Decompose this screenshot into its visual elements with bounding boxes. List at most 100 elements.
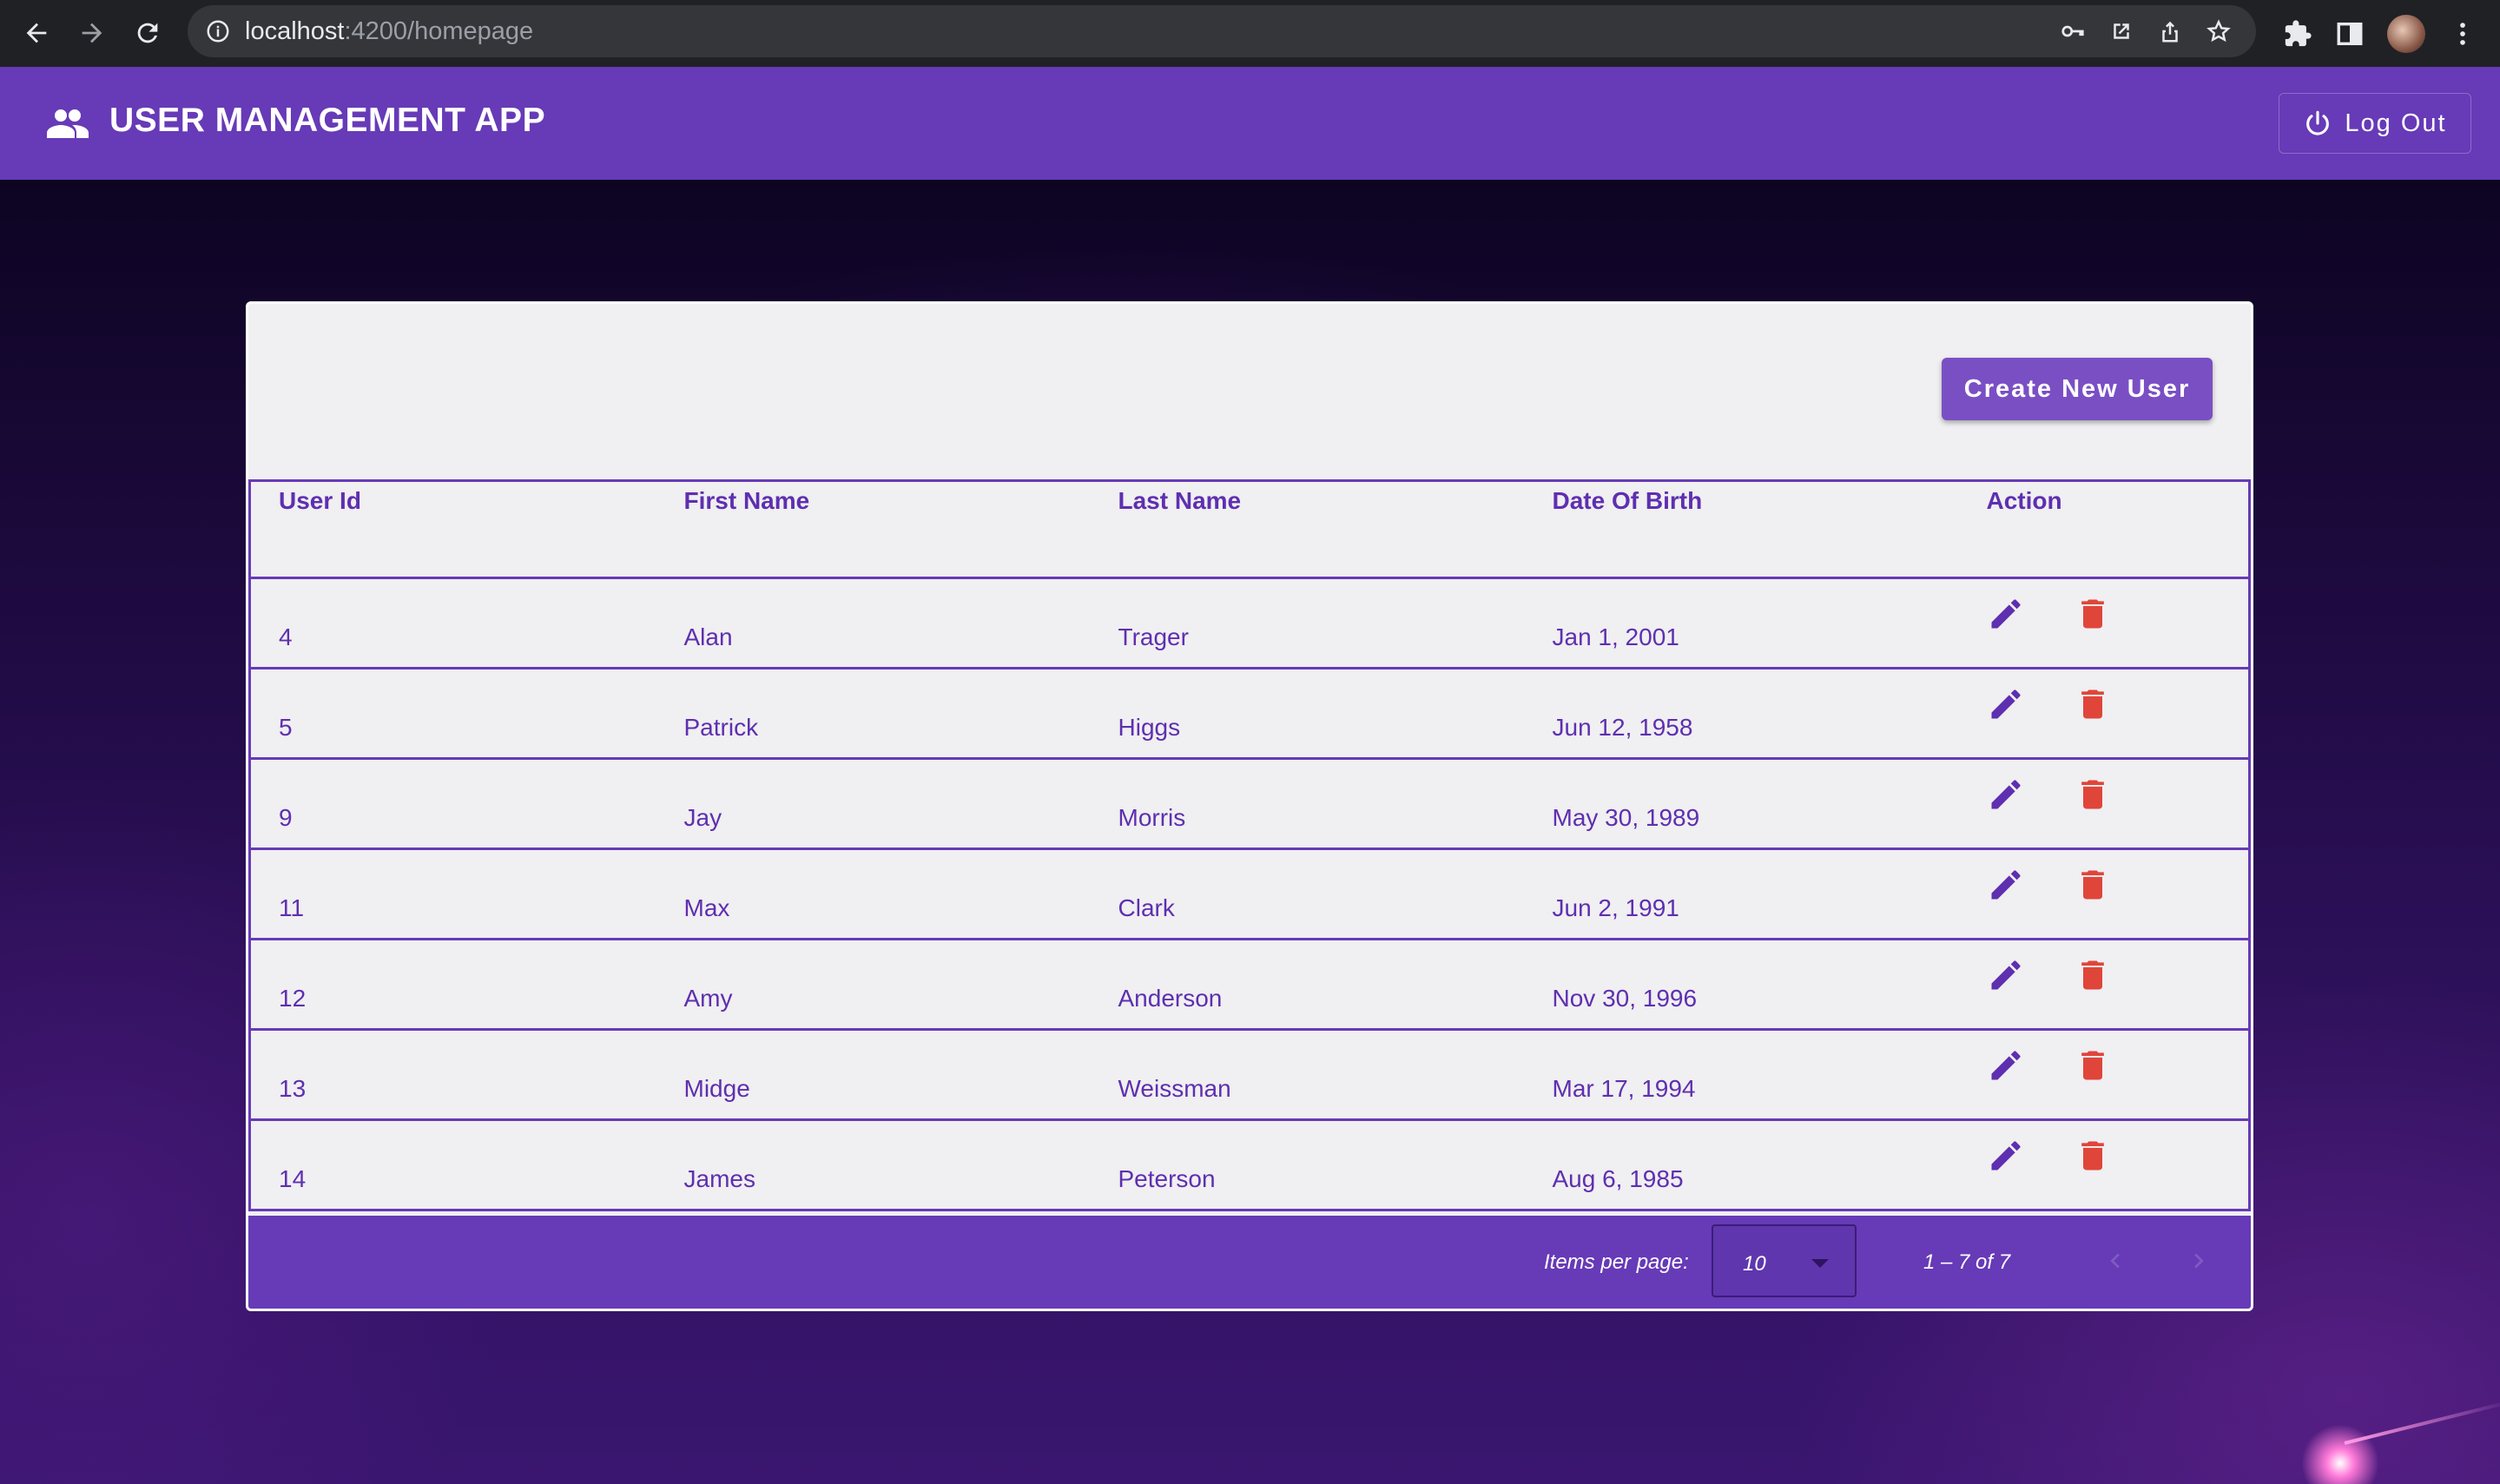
open-external-icon[interactable] [2108, 18, 2134, 44]
cell-user-id: 4 [248, 577, 684, 669]
extensions-puzzle-icon[interactable] [2283, 19, 2312, 49]
pencil-icon [1991, 1141, 2021, 1171]
power-icon [2306, 110, 2330, 135]
header-user-id: User Id [248, 479, 684, 579]
trash-icon [2081, 1141, 2104, 1171]
items-per-page-value: 10 [1743, 1252, 1766, 1276]
url-path: :4200/homepage [344, 16, 534, 45]
delete-user-button[interactable] [2074, 866, 2112, 910]
cell-actions [1986, 848, 2251, 940]
edit-user-button[interactable] [1987, 595, 2025, 639]
bookmark-star-icon[interactable] [2206, 18, 2232, 44]
info-icon [207, 20, 229, 43]
cell-last-name: Clark [1118, 848, 1553, 940]
cell-first-name: Jay [683, 758, 1118, 850]
pencil-icon [1991, 870, 2021, 900]
delete-user-button[interactable] [2074, 1137, 2112, 1181]
cell-actions [1986, 939, 2251, 1031]
delete-user-button[interactable] [2074, 595, 2112, 639]
cell-first-name: Patrick [683, 668, 1118, 760]
cell-user-id: 11 [248, 848, 684, 940]
edit-user-button[interactable] [1987, 1046, 2025, 1091]
row-actions [1987, 1137, 2249, 1181]
pencil-icon [1991, 599, 2021, 629]
users-table: User Id First Name Last Name Date Of Bir… [248, 479, 2251, 1211]
key-icon[interactable] [2060, 18, 2086, 44]
delete-user-button[interactable] [2074, 1046, 2112, 1091]
cell-user-id: 12 [248, 939, 684, 1031]
next-page-button[interactable] [2174, 1237, 2223, 1285]
header-action: Action [1986, 479, 2251, 579]
chevron-left-icon [2110, 1253, 2120, 1269]
trash-icon [2081, 1051, 2104, 1080]
cell-last-name: Weissman [1118, 1029, 1553, 1121]
cell-user-id: 9 [248, 758, 684, 850]
cell-actions [1986, 1029, 2251, 1121]
delete-user-button[interactable] [2074, 956, 2112, 1000]
app-title: USER MANAGEMENT APP [109, 102, 546, 139]
paginator: Items per page: 10 1 – 7 of 7 [248, 1216, 2251, 1309]
delete-user-button[interactable] [2074, 685, 2112, 729]
browser-actions [2283, 0, 2500, 67]
url-host: localhost [245, 16, 345, 45]
previous-page-button[interactable] [2091, 1237, 2140, 1285]
edit-user-button[interactable] [1987, 866, 2025, 910]
address-bar-actions [2060, 5, 2232, 57]
address-bar[interactable]: localhost:4200/homepage [188, 5, 2256, 57]
side-panel-icon[interactable] [2335, 19, 2365, 49]
logout-label: Log Out [2345, 109, 2447, 137]
row-actions [1987, 685, 2249, 729]
pencil-icon [1991, 960, 2021, 990]
cell-date-of-birth: May 30, 1989 [1552, 758, 1987, 850]
back-button[interactable] [9, 5, 64, 61]
items-per-page-select[interactable]: 10 [1712, 1224, 1857, 1297]
pencil-icon [1991, 780, 2021, 809]
people-icon [47, 109, 89, 138]
cell-user-id: 5 [248, 668, 684, 760]
cell-actions [1986, 668, 2251, 760]
edit-user-button[interactable] [1987, 775, 2025, 820]
trash-icon [2081, 780, 2104, 809]
header-first-name: First Name [683, 479, 1118, 579]
create-new-user-button[interactable]: Create New User [1942, 358, 2213, 420]
row-actions [1987, 956, 2249, 1000]
table-row: 12 Amy Anderson Nov 30, 1996 [248, 939, 2251, 1031]
table-row: 4 Alan Trager Jan 1, 2001 [248, 577, 2251, 669]
cell-date-of-birth: Mar 17, 1994 [1552, 1029, 1987, 1121]
cell-actions [1986, 1119, 2251, 1211]
row-actions [1987, 595, 2249, 639]
table-body: 4 Alan Trager Jan 1, 2001 5 Patrick Higgs Jun 1… [248, 577, 2251, 1211]
header-date-of-birth: Date Of Birth [1552, 479, 1987, 579]
cell-user-id: 13 [248, 1029, 684, 1121]
forward-button[interactable] [64, 5, 120, 61]
chevron-right-icon [2194, 1253, 2204, 1269]
users-card: Create New User User Id First Name Last … [246, 301, 2253, 1311]
cell-date-of-birth: Aug 6, 1985 [1552, 1119, 1987, 1211]
arrow-right-icon [82, 23, 102, 43]
cell-last-name: Peterson [1118, 1119, 1553, 1211]
table-row: 9 Jay Morris May 30, 1989 [248, 758, 2251, 850]
table-row: 14 James Peterson Aug 6, 1985 [248, 1119, 2251, 1211]
table-header-row: User Id First Name Last Name Date Of Bir… [248, 479, 2251, 579]
delete-user-button[interactable] [2074, 775, 2112, 820]
share-icon[interactable] [2157, 18, 2183, 44]
cell-last-name: Anderson [1118, 939, 1553, 1031]
logout-button[interactable]: Log Out [2279, 93, 2471, 154]
trash-icon [2081, 960, 2104, 990]
header-last-name: Last Name [1118, 479, 1553, 579]
table-row: 5 Patrick Higgs Jun 12, 1958 [248, 668, 2251, 760]
cell-date-of-birth: Jun 2, 1991 [1552, 848, 1987, 940]
range-label: 1 – 7 of 7 [1923, 1250, 2011, 1274]
browser-toolbar: localhost:4200/homepage [0, 0, 2500, 67]
dropdown-arrow-icon [1811, 1259, 1829, 1268]
cell-last-name: Morris [1118, 758, 1553, 850]
edit-user-button[interactable] [1987, 956, 2025, 1000]
app-header: USER MANAGEMENT APP Log Out [0, 67, 2500, 180]
more-vert-icon[interactable] [2448, 19, 2477, 49]
edit-user-button[interactable] [1987, 685, 2025, 729]
reload-button[interactable] [120, 5, 175, 61]
profile-avatar[interactable] [2387, 14, 2425, 53]
cell-user-id: 14 [248, 1119, 684, 1211]
reload-icon [137, 23, 158, 43]
edit-user-button[interactable] [1987, 1137, 2025, 1181]
